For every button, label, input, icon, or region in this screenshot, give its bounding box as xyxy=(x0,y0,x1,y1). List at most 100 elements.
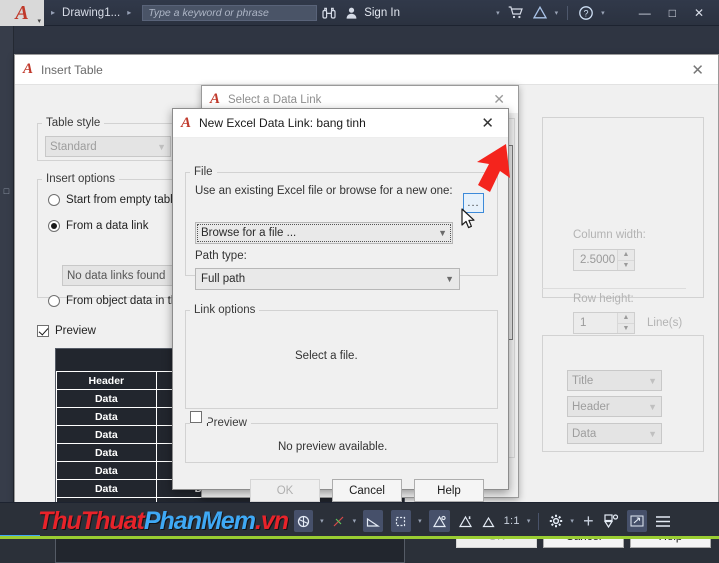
no-preview-message: No preview available. xyxy=(278,441,388,453)
new-excel-data-link-body: File Use an existing Excel file or brows… xyxy=(173,138,508,502)
radio-from-data-link[interactable]: From a data link xyxy=(48,220,148,232)
watermark-part-2: PhanMem xyxy=(143,506,256,535)
excel-link-ok-button[interactable]: OK xyxy=(250,479,320,502)
excel-file-combo[interactable]: Browse for a file ... ▼ xyxy=(195,222,453,244)
user-icon[interactable] xyxy=(346,7,357,19)
new-excel-data-link-dialog: A New Excel Data Link: bang tinh ✕ File … xyxy=(172,108,509,502)
header-cell-style-value: Header xyxy=(572,400,610,413)
status-bar: ThuThuatPhanMem.vn ▾ ▾ ▾ 1:1 ▾ ▾ + xyxy=(0,502,719,539)
checkbox-box-preview xyxy=(37,325,49,337)
radio-label-data-link: From a data link xyxy=(66,220,149,232)
table-style-combo[interactable]: Standard ▼ xyxy=(45,136,171,157)
excel-preview-group: Preview xyxy=(185,417,498,463)
ortho-caret[interactable]: ▾ xyxy=(353,517,357,525)
scale-caret[interactable]: ▾ xyxy=(527,517,531,525)
autocad-a-logo[interactable]: A ▾ xyxy=(0,0,44,26)
excel-link-cancel-button[interactable]: Cancel xyxy=(332,479,402,502)
watermark-logo: ThuThuatPhanMem.vn xyxy=(38,506,289,535)
add-icon[interactable]: + xyxy=(581,510,596,532)
autocad-a-logo-small-2: A xyxy=(210,91,221,107)
browse-button-label: ... xyxy=(467,197,480,209)
insert-options-legend: Insert options xyxy=(46,173,116,185)
preview-checkbox[interactable]: Preview xyxy=(37,325,96,337)
binoculars-icon[interactable] xyxy=(322,7,336,19)
excel-link-help-button[interactable]: Help xyxy=(414,479,484,502)
autocad-a-logo-small: A xyxy=(23,61,34,77)
settings-caret[interactable]: ▾ xyxy=(570,517,574,525)
path-type-value: Full path xyxy=(201,273,246,285)
radio-start-from-empty-table[interactable]: Start from empty table xyxy=(48,194,179,206)
customization-menu-icon[interactable] xyxy=(655,510,671,532)
settings-divider xyxy=(542,288,686,289)
chevron-right-icon-2: ▸ xyxy=(127,8,132,17)
chevron-right-icon: ▸ xyxy=(51,8,56,17)
search-placeholder: Type a keyword or phrase xyxy=(148,6,269,19)
file-instruction-label: Use an existing Excel file or browse for… xyxy=(195,185,453,197)
object-snap-tracking-icon[interactable] xyxy=(428,510,450,532)
excel-file-value: Browse for a file ... xyxy=(201,227,297,239)
titlebar-divider xyxy=(567,5,569,20)
new-excel-data-link-title: New Excel Data Link: bang tinh xyxy=(199,116,366,130)
ortho-icon[interactable] xyxy=(331,510,346,532)
select-data-link-close-icon[interactable]: ✕ xyxy=(488,91,510,108)
help-dropdown-caret[interactable]: ▾ xyxy=(601,9,605,17)
stepper-arrows-row-height[interactable]: ▲ ▼ xyxy=(617,313,634,333)
new-excel-data-link-titlebar[interactable]: A New Excel Data Link: bang tinh ✕ xyxy=(173,109,508,138)
row-height-label: Row height: xyxy=(573,293,634,305)
chevron-down-icon[interactable]: ▾ xyxy=(37,17,41,25)
model-space-icon[interactable] xyxy=(294,510,314,532)
object-snap-icon[interactable] xyxy=(391,510,412,532)
drawing-canvas[interactable]: □ A Insert Table ✕ Table style Standard … xyxy=(0,26,719,563)
preview-cell: Data xyxy=(56,407,157,426)
column-width-value: 2.5000 xyxy=(580,254,616,266)
autocad-a-logo-small-3: A xyxy=(181,114,192,131)
dynamic-ucs-icon[interactable] xyxy=(458,510,473,532)
watermark-part-3: .vn xyxy=(254,506,289,535)
excel-preview-checkbox[interactable] xyxy=(190,411,208,423)
sign-in-label[interactable]: Sign In xyxy=(364,7,400,19)
chevron-down-icon: ▼ xyxy=(157,141,166,152)
object-snap-caret[interactable]: ▾ xyxy=(418,517,422,525)
annotation-visibility-icon[interactable] xyxy=(481,510,496,532)
settings-gear-icon[interactable] xyxy=(548,510,563,532)
radio-dot-object-data xyxy=(48,295,60,307)
row-height-stepper[interactable]: 1 ▲ ▼ xyxy=(573,312,635,334)
model-space-caret[interactable]: ▾ xyxy=(320,517,324,525)
application-title-bar: A ▾ ▸ Drawing1... ▸ Type a keyword or ph… xyxy=(0,0,719,26)
autodesk-icon[interactable] xyxy=(532,6,547,19)
annotation-scale-icon[interactable]: 1:1 xyxy=(504,510,520,532)
document-name[interactable]: Drawing1... xyxy=(62,7,120,19)
column-width-label: Column width: xyxy=(573,229,646,241)
fullscreen-icon[interactable] xyxy=(626,510,647,532)
data-cell-style-combo[interactable]: Data ▼ xyxy=(567,423,662,444)
header-cell-style-combo[interactable]: Header ▼ xyxy=(567,396,662,417)
chevron-down-icon: ▼ xyxy=(648,428,657,439)
row-height-unit: Line(s) xyxy=(647,317,683,329)
search-input[interactable]: Type a keyword or phrase xyxy=(142,4,318,21)
table-style-legend: Table style xyxy=(46,117,101,129)
help-icon[interactable]: ? xyxy=(579,5,594,20)
polar-tracking-icon[interactable] xyxy=(363,510,384,532)
insert-table-close-icon[interactable]: ✕ xyxy=(685,61,710,79)
select-data-link-title: Select a Data Link xyxy=(228,93,322,106)
row-height-value: 1 xyxy=(580,317,587,329)
stepper-arrows-column-width[interactable]: ▲ ▼ xyxy=(617,250,634,270)
statusbar-divider xyxy=(538,512,540,530)
minimize-button[interactable]: — xyxy=(630,6,660,20)
data-link-value: No data links found xyxy=(67,269,166,282)
radio-dot-data-link xyxy=(48,220,60,232)
new-excel-data-link-close-icon[interactable]: ✕ xyxy=(475,114,500,132)
title-cell-style-combo[interactable]: Title ▼ xyxy=(567,370,662,391)
title-cell-style-value: Title xyxy=(572,374,594,387)
insert-table-titlebar[interactable]: A Insert Table ✕ xyxy=(15,55,718,85)
chevron-down-icon: ▼ xyxy=(648,401,657,412)
maximize-button[interactable]: □ xyxy=(660,6,685,20)
cart-icon[interactable] xyxy=(508,6,523,19)
close-button[interactable]: ✕ xyxy=(685,6,713,20)
sign-in-dropdown-caret[interactable]: ▾ xyxy=(496,9,500,17)
isolate-objects-icon[interactable] xyxy=(603,510,619,532)
autodesk-dropdown-caret[interactable]: ▾ xyxy=(555,9,559,17)
radio-label-empty: Start from empty table xyxy=(66,194,180,206)
path-type-combo[interactable]: Full path ▼ xyxy=(195,268,460,290)
column-width-stepper[interactable]: 2.5000 ▲ ▼ xyxy=(573,249,635,271)
